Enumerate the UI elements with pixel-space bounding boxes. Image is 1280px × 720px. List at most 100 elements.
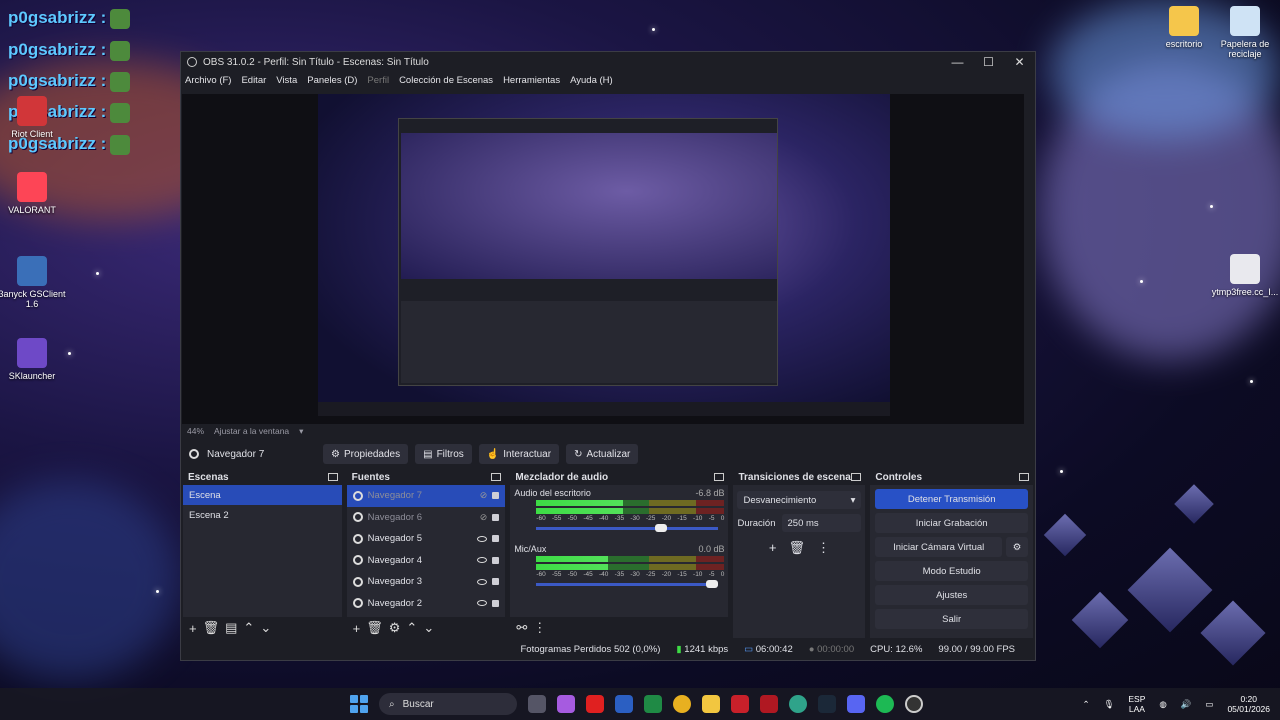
slider-knob[interactable] (706, 580, 719, 588)
popout-icon[interactable] (327, 473, 338, 481)
source-item[interactable]: Navegador 6 ⊘ (347, 507, 506, 529)
network-icon[interactable]: ◍ (1159, 699, 1166, 710)
task-view-icon[interactable] (528, 695, 546, 713)
word-icon[interactable] (615, 695, 633, 713)
desktop-icon-valorant[interactable]: VALORANT (0, 172, 67, 215)
virtual-camera-button[interactable]: Iniciar Cámara Virtual (875, 537, 1002, 557)
source-item[interactable]: Navegador 3 (347, 571, 506, 593)
spotify-icon[interactable] (876, 695, 894, 713)
start-recording-button[interactable]: Iniciar Grabación (875, 513, 1028, 533)
settings-button[interactable]: Ajustes (875, 585, 1028, 605)
more-icon[interactable]: ⋮ (533, 620, 546, 636)
trash-icon[interactable]: 🗑 (788, 540, 805, 556)
eye-icon[interactable] (477, 535, 488, 542)
volume-slider[interactable] (536, 524, 719, 532)
close-button[interactable]: ✕ (1004, 55, 1035, 69)
eye-icon[interactable] (477, 600, 488, 607)
chevron-up-icon[interactable]: ⌃ (1082, 699, 1089, 710)
menu-paneles[interactable]: Paneles (D) (307, 75, 357, 86)
volume-slider[interactable] (536, 580, 719, 588)
desktop-icon-recycle-bin[interactable]: Papelera de reciclaje (1210, 6, 1280, 59)
eye-hidden-icon[interactable]: ⊘ (480, 512, 488, 523)
desktop-icon-riot-client[interactable]: Riot Client (0, 96, 67, 139)
interact-button[interactable]: ☝ Interactuar (478, 444, 560, 464)
arrow-down-icon[interactable]: ⌄ (423, 620, 434, 636)
eye-hidden-icon[interactable]: ⊘ (480, 490, 488, 501)
popout-icon[interactable] (714, 473, 725, 481)
stop-stream-button[interactable]: Detener Transmisión (875, 489, 1028, 509)
microphone-icon[interactable]: 🎙 (1104, 699, 1115, 710)
link-icon[interactable]: ⚯ (516, 620, 527, 636)
scene-item[interactable]: Escena 2 (183, 505, 342, 525)
maximize-button[interactable]: ☐ (973, 55, 1004, 69)
edge-icon[interactable] (789, 695, 807, 713)
menu-archivo[interactable]: Archivo (F) (185, 75, 231, 86)
duration-input[interactable]: 250 ms (781, 514, 862, 532)
popout-icon[interactable] (491, 473, 502, 481)
add-icon[interactable]: + (189, 621, 197, 636)
steam-icon[interactable] (818, 695, 836, 713)
scene-item[interactable]: Escena (183, 485, 342, 505)
file-explorer-icon[interactable] (702, 695, 720, 713)
add-icon[interactable]: + (769, 540, 777, 556)
lock-icon[interactable] (492, 513, 500, 521)
exit-button[interactable]: Salir (875, 609, 1028, 629)
preview-canvas[interactable] (182, 94, 1024, 424)
transition-select[interactable]: Desvanecimiento ▾ (737, 491, 862, 509)
refresh-button[interactable]: ↻ Actualizar (566, 444, 639, 464)
lock-icon[interactable] (492, 599, 500, 607)
desktop-icon-gsclient[interactable]: 3anyck GSClient 1.6 (0, 256, 67, 309)
source-item[interactable]: Navegador 4 (347, 550, 506, 572)
lock-icon[interactable] (492, 492, 500, 500)
arrow-down-icon[interactable]: ⌄ (260, 620, 271, 636)
arrow-up-icon[interactable]: ⌃ (243, 620, 254, 636)
popout-icon[interactable] (851, 473, 862, 481)
menu-vista[interactable]: Vista (276, 75, 297, 86)
lock-icon[interactable] (492, 556, 500, 564)
lock-icon[interactable] (492, 578, 500, 586)
youtube-icon[interactable] (586, 695, 604, 713)
source-item[interactable]: Navegador 5 (347, 528, 506, 550)
properties-button[interactable]: ⚙ Propiedades (323, 444, 409, 464)
filezilla-icon[interactable] (731, 695, 749, 713)
eye-icon[interactable] (477, 578, 488, 585)
battery-icon[interactable]: ▭ (1205, 699, 1213, 710)
volume-icon[interactable]: 🔊 (1181, 699, 1192, 710)
app-icon[interactable] (760, 695, 778, 713)
desktop-icon-sklauncher[interactable]: SKlauncher (0, 338, 67, 381)
taskbar-search[interactable]: ⌕ Buscar (379, 693, 517, 715)
copilot-icon[interactable] (557, 695, 575, 713)
gear-icon[interactable]: ⚙ (389, 620, 401, 636)
more-icon[interactable]: ⋮ (817, 540, 830, 556)
slider-knob[interactable] (655, 524, 668, 532)
chevron-down-icon[interactable]: ▾ (299, 426, 303, 437)
desktop-icon-ytmp3[interactable]: ytmp3free.cc_I... (1210, 254, 1280, 297)
chrome-icon[interactable] (673, 695, 691, 713)
excel-icon[interactable] (644, 695, 662, 713)
minimize-button[interactable]: — (942, 55, 973, 69)
clock[interactable]: 0:20 05/01/2026 (1227, 694, 1270, 714)
studio-mode-button[interactable]: Modo Estudio (875, 561, 1028, 581)
menu-herramientas[interactable]: Herramientas (503, 75, 560, 86)
obs-icon[interactable] (905, 695, 923, 713)
lock-icon[interactable] (492, 535, 500, 543)
arrow-up-icon[interactable]: ⌃ (406, 620, 417, 636)
eye-icon[interactable] (477, 557, 488, 564)
source-item[interactable]: Navegador 7 ⊘ (346, 485, 506, 507)
trash-icon[interactable]: 🗑 (203, 620, 220, 636)
fit-window-select[interactable]: Ajustar a la ventana (214, 426, 289, 437)
menu-perfil[interactable]: Perfil (367, 75, 389, 86)
desktop-icon-escritorio[interactable]: escritorio (1149, 6, 1219, 49)
language-indicator[interactable]: ESP LAA (1128, 694, 1145, 714)
popout-icon[interactable] (1018, 473, 1029, 481)
add-icon[interactable]: + (353, 621, 361, 636)
filters-button[interactable]: ▤ Filtros (415, 444, 472, 464)
start-button[interactable] (350, 695, 368, 713)
menu-coleccion-escenas[interactable]: Colección de Escenas (399, 75, 493, 86)
virtual-camera-settings-button[interactable]: ⚙ (1005, 537, 1028, 557)
discord-icon[interactable] (847, 695, 865, 713)
menu-ayuda[interactable]: Ayuda (H) (570, 75, 613, 86)
menu-editar[interactable]: Editar (241, 75, 266, 86)
source-item[interactable]: Navegador 2 (347, 593, 506, 615)
filter-icon[interactable]: ▤ (225, 620, 237, 636)
